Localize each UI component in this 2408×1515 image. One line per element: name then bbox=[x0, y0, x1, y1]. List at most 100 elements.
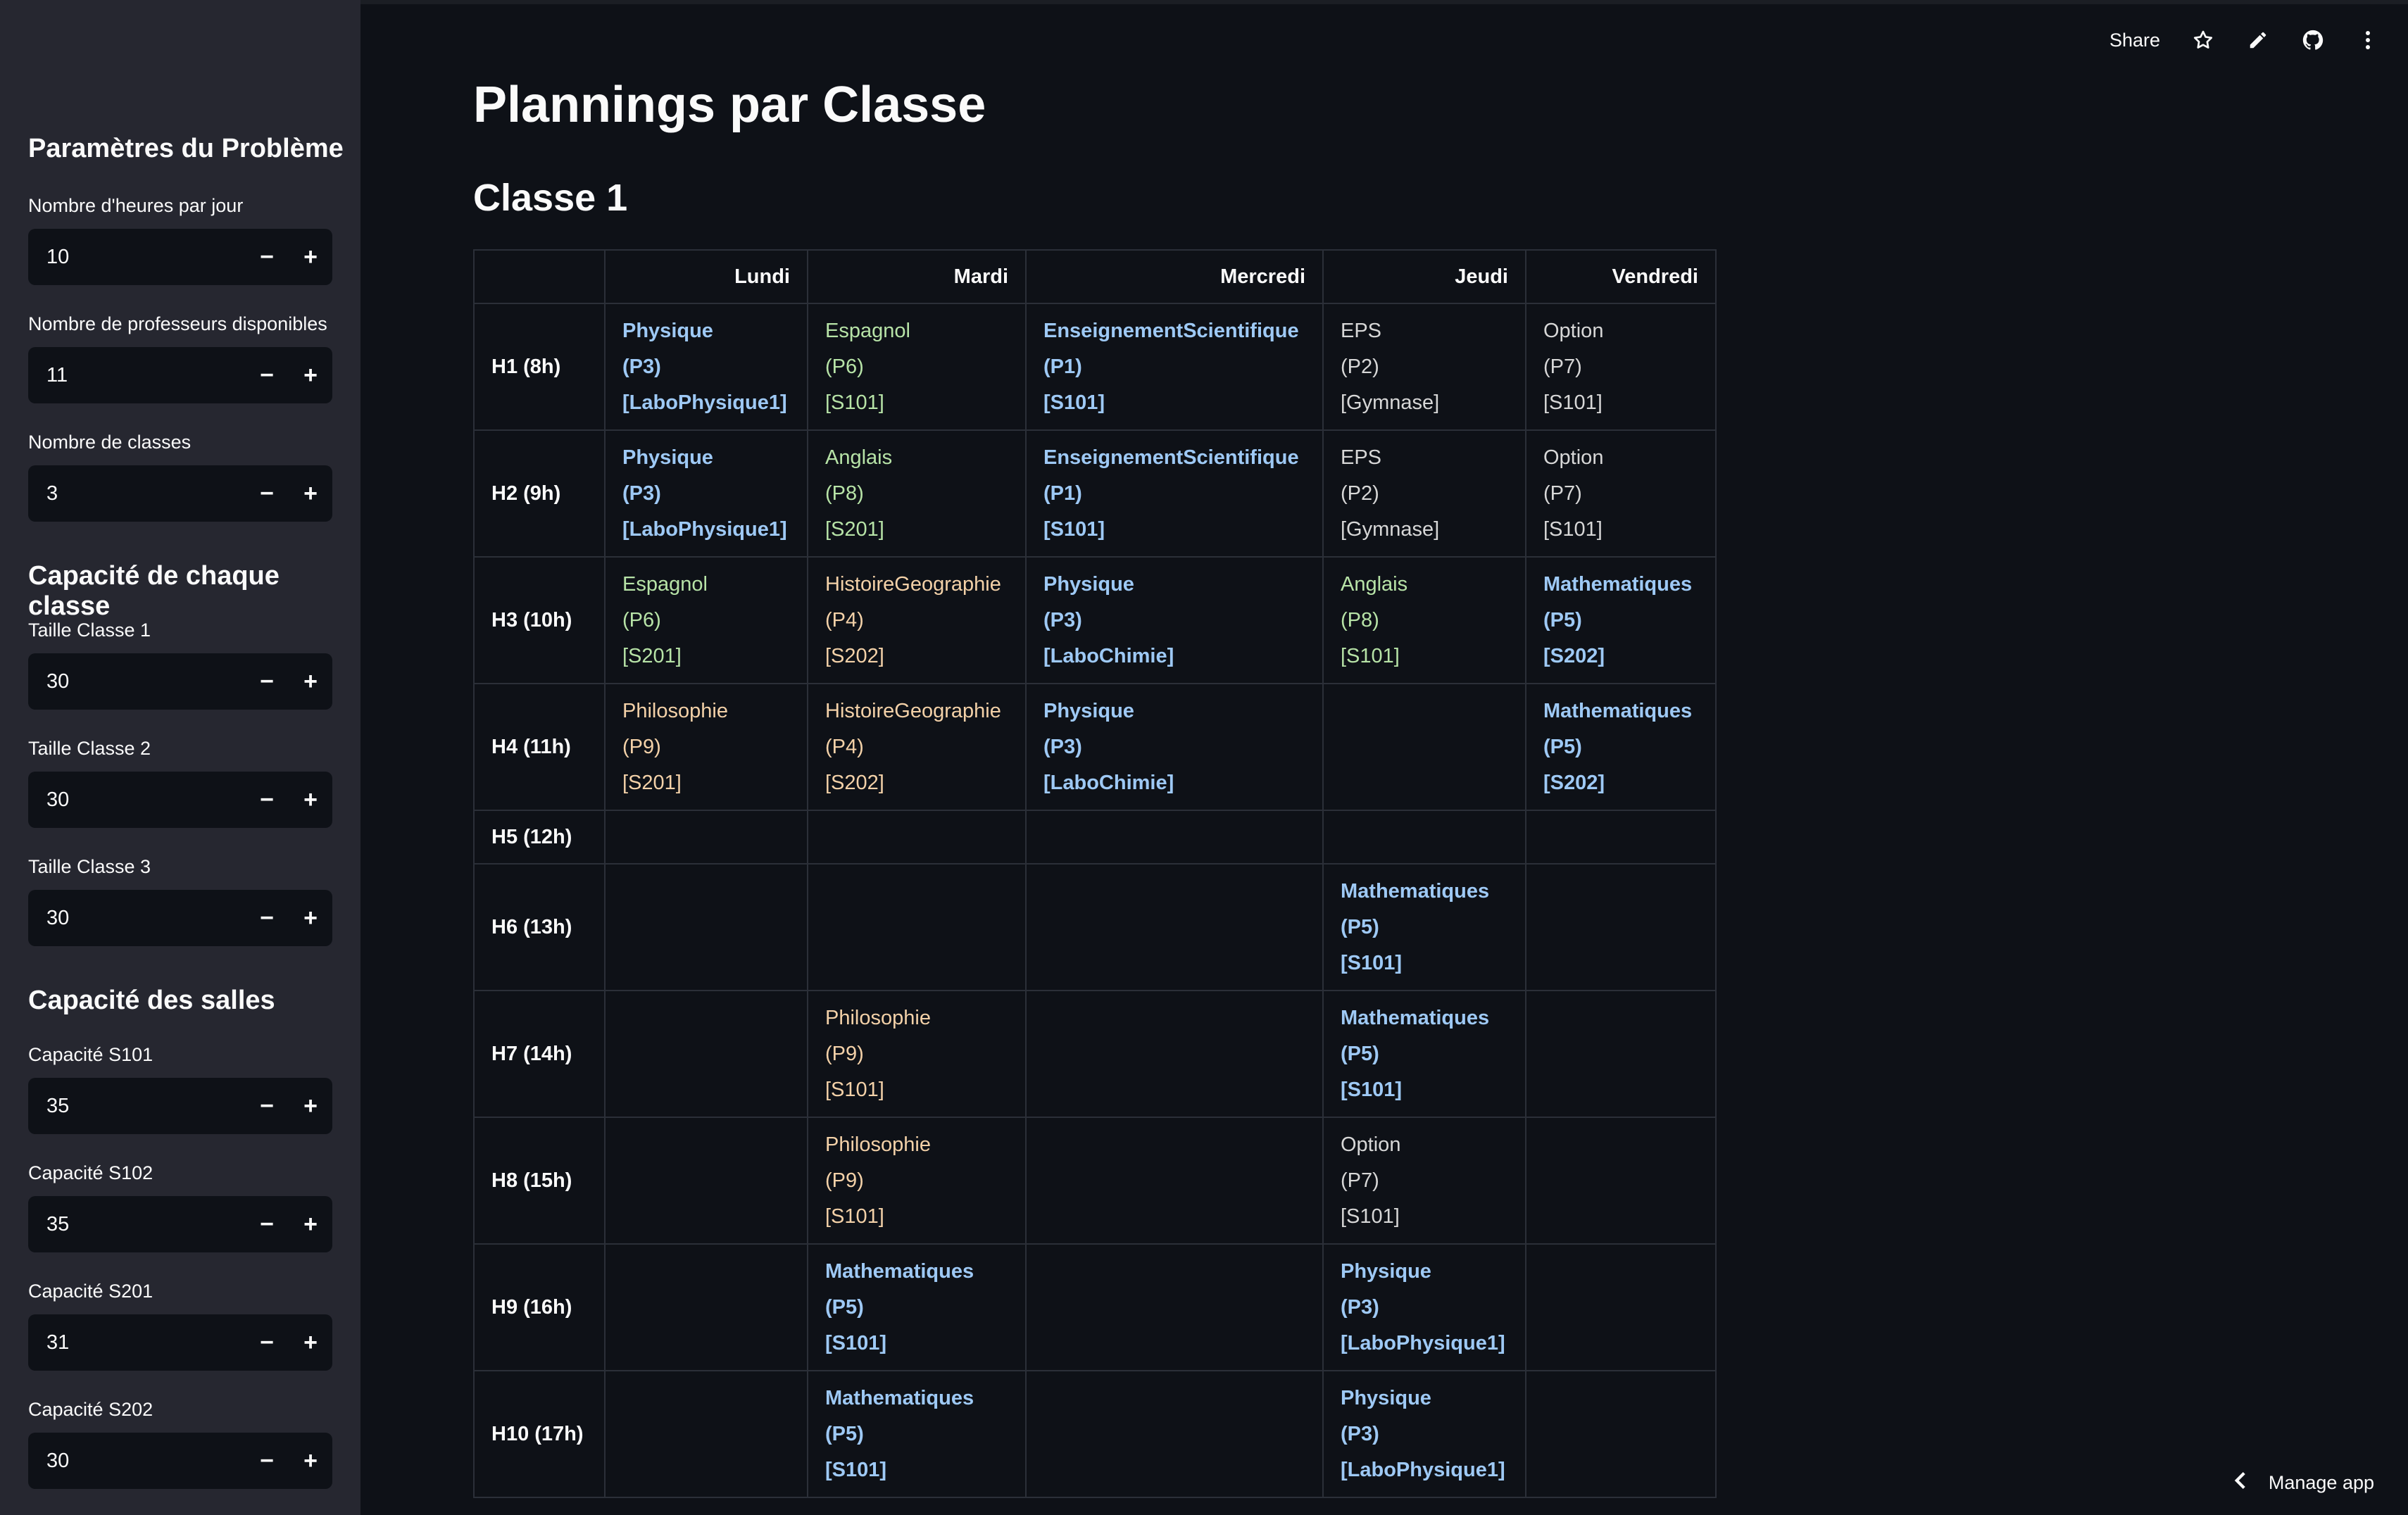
teacher-label: (P4) bbox=[825, 608, 864, 631]
schedule-cell bbox=[807, 863, 1027, 991]
schedule-cell: Option (P7) [S101] bbox=[1322, 1117, 1526, 1245]
s101-capacity-input[interactable]: 35 − + bbox=[28, 1078, 332, 1134]
hours-per-day-value[interactable]: 10 bbox=[28, 246, 245, 269]
more-icon[interactable] bbox=[2356, 28, 2380, 52]
class3-size-input[interactable]: 30 − + bbox=[28, 890, 332, 946]
schedule-cell: Physique (P3) [LaboPhysique1] bbox=[1322, 1370, 1526, 1498]
s102-increment-button[interactable]: + bbox=[289, 1196, 332, 1252]
star-icon[interactable] bbox=[2191, 28, 2215, 52]
room-label: [S101] bbox=[1341, 951, 1403, 974]
schedule-cell bbox=[1525, 1117, 1717, 1245]
classes-count-input[interactable]: 3 − + bbox=[28, 465, 332, 522]
class3-size-value[interactable]: 30 bbox=[28, 907, 245, 930]
hours-per-day-input[interactable]: 10 − + bbox=[28, 229, 332, 285]
class2-size-label: Taille Classe 2 bbox=[28, 738, 151, 759]
table-row: H1 (8h) Physique (P3) [LaboPhysique1] Espagn… bbox=[473, 303, 1717, 431]
class1-size-value[interactable]: 30 bbox=[28, 670, 245, 693]
s201-capacity-label: Capacité S201 bbox=[28, 1281, 153, 1302]
classes-count-label: Nombre de classes bbox=[28, 432, 192, 453]
schedule-cell: HistoireGeographie (P4) [S202] bbox=[807, 556, 1027, 684]
table-row: H2 (9h) Physique (P3) [LaboPhysique1] Anglai… bbox=[473, 429, 1717, 558]
professors-decrement-button[interactable]: − bbox=[245, 347, 289, 403]
day-header-mardi: Mardi bbox=[807, 249, 1027, 304]
class2-increment-button[interactable]: + bbox=[289, 772, 332, 828]
room-label: [S101] bbox=[825, 391, 884, 414]
manage-app-label: Manage app bbox=[2268, 1472, 2374, 1493]
room-label: [S201] bbox=[622, 644, 682, 667]
s102-decrement-button[interactable]: − bbox=[245, 1196, 289, 1252]
subject-label: Option bbox=[1543, 446, 1604, 469]
subject-label: EPS bbox=[1341, 319, 1382, 342]
manage-app-button[interactable]: Manage app bbox=[2233, 1471, 2374, 1495]
schedule-cell: Mathematiques (P5) [S101] bbox=[807, 1370, 1027, 1498]
teacher-label: (P4) bbox=[825, 735, 864, 758]
hours-increment-button[interactable]: + bbox=[289, 229, 332, 285]
subject-label: Physique bbox=[622, 319, 713, 342]
teacher-label: (P5) bbox=[825, 1422, 864, 1445]
teacher-label: (P1) bbox=[1043, 355, 1082, 378]
room-label: [S101] bbox=[825, 1458, 887, 1481]
class-capacity-heading: Capacité de chaque classe bbox=[28, 561, 280, 621]
s102-capacity-input[interactable]: 35 − + bbox=[28, 1196, 332, 1252]
s101-increment-button[interactable]: + bbox=[289, 1078, 332, 1134]
hour-cell: H6 (13h) bbox=[473, 863, 606, 991]
hours-per-day-label: Nombre d'heures par jour bbox=[28, 195, 244, 216]
subject-label: EPS bbox=[1341, 446, 1382, 469]
class1-increment-button[interactable]: + bbox=[289, 653, 332, 710]
s102-capacity-value[interactable]: 35 bbox=[28, 1213, 245, 1236]
professors-value[interactable]: 11 bbox=[28, 364, 245, 387]
classes-count-value[interactable]: 3 bbox=[28, 482, 245, 505]
schedule-cell: Anglais (P8) [S201] bbox=[807, 429, 1027, 558]
schedule-cell bbox=[1525, 863, 1717, 991]
teacher-label: (P7) bbox=[1543, 482, 1582, 505]
s201-capacity-value[interactable]: 31 bbox=[28, 1331, 245, 1354]
hours-decrement-button[interactable]: − bbox=[245, 229, 289, 285]
edit-icon[interactable] bbox=[2246, 28, 2270, 52]
class2-decrement-button[interactable]: − bbox=[245, 772, 289, 828]
classes-increment-button[interactable]: + bbox=[289, 465, 332, 522]
classes-decrement-button[interactable]: − bbox=[245, 465, 289, 522]
s201-increment-button[interactable]: + bbox=[289, 1314, 332, 1371]
s202-capacity-input[interactable]: 30 − + bbox=[28, 1433, 332, 1489]
s201-decrement-button[interactable]: − bbox=[245, 1314, 289, 1371]
s202-decrement-button[interactable]: − bbox=[245, 1433, 289, 1489]
s201-capacity-input[interactable]: 31 − + bbox=[28, 1314, 332, 1371]
class3-decrement-button[interactable]: − bbox=[245, 890, 289, 946]
subject-label: Mathematiques bbox=[1543, 699, 1693, 722]
schedule-cell bbox=[1525, 810, 1717, 865]
class2-size-value[interactable]: 30 bbox=[28, 788, 245, 812]
corner-header bbox=[473, 249, 606, 304]
s202-increment-button[interactable]: + bbox=[289, 1433, 332, 1489]
schedule-cell bbox=[604, 1243, 808, 1371]
teacher-label: (P3) bbox=[1341, 1422, 1379, 1445]
schedule-cell: Mathematiques (P5) [S202] bbox=[1525, 683, 1717, 811]
subject-label: Mathematiques bbox=[1341, 879, 1490, 903]
schedule-cell bbox=[1025, 1243, 1324, 1371]
schedule-cell: Espagnol (P6) [S101] bbox=[807, 303, 1027, 431]
schedule-cell: Physique (P3) [LaboPhysique1] bbox=[604, 303, 808, 431]
professors-increment-button[interactable]: + bbox=[289, 347, 332, 403]
professors-input[interactable]: 11 − + bbox=[28, 347, 332, 403]
s101-capacity-value[interactable]: 35 bbox=[28, 1095, 245, 1118]
subject-label: EnseignementScientifique bbox=[1043, 446, 1299, 469]
hour-cell: H1 (8h) bbox=[473, 303, 606, 431]
class3-increment-button[interactable]: + bbox=[289, 890, 332, 946]
room-label: [LaboChimie] bbox=[1043, 644, 1174, 667]
room-label: [LaboPhysique1] bbox=[622, 517, 787, 541]
schedule-cell: Mathematiques (P5) [S101] bbox=[1322, 990, 1526, 1118]
day-header-vendredi: Vendredi bbox=[1525, 249, 1717, 304]
s202-capacity-value[interactable]: 30 bbox=[28, 1450, 245, 1473]
subject-label: Physique bbox=[1341, 1259, 1431, 1283]
hour-cell: H8 (15h) bbox=[473, 1117, 606, 1245]
class1-decrement-button[interactable]: − bbox=[245, 653, 289, 710]
share-button[interactable]: Share bbox=[2109, 30, 2160, 51]
class2-size-input[interactable]: 30 − + bbox=[28, 772, 332, 828]
day-header-lundi: Lundi bbox=[604, 249, 808, 304]
s102-capacity-label: Capacité S102 bbox=[28, 1162, 153, 1183]
class1-size-input[interactable]: 30 − + bbox=[28, 653, 332, 710]
room-label: [S101] bbox=[1043, 517, 1105, 541]
schedule-cell: Philosophie (P9) [S101] bbox=[807, 990, 1027, 1118]
github-icon[interactable] bbox=[2301, 28, 2325, 52]
subject-label: Physique bbox=[1043, 699, 1134, 722]
s101-decrement-button[interactable]: − bbox=[245, 1078, 289, 1134]
